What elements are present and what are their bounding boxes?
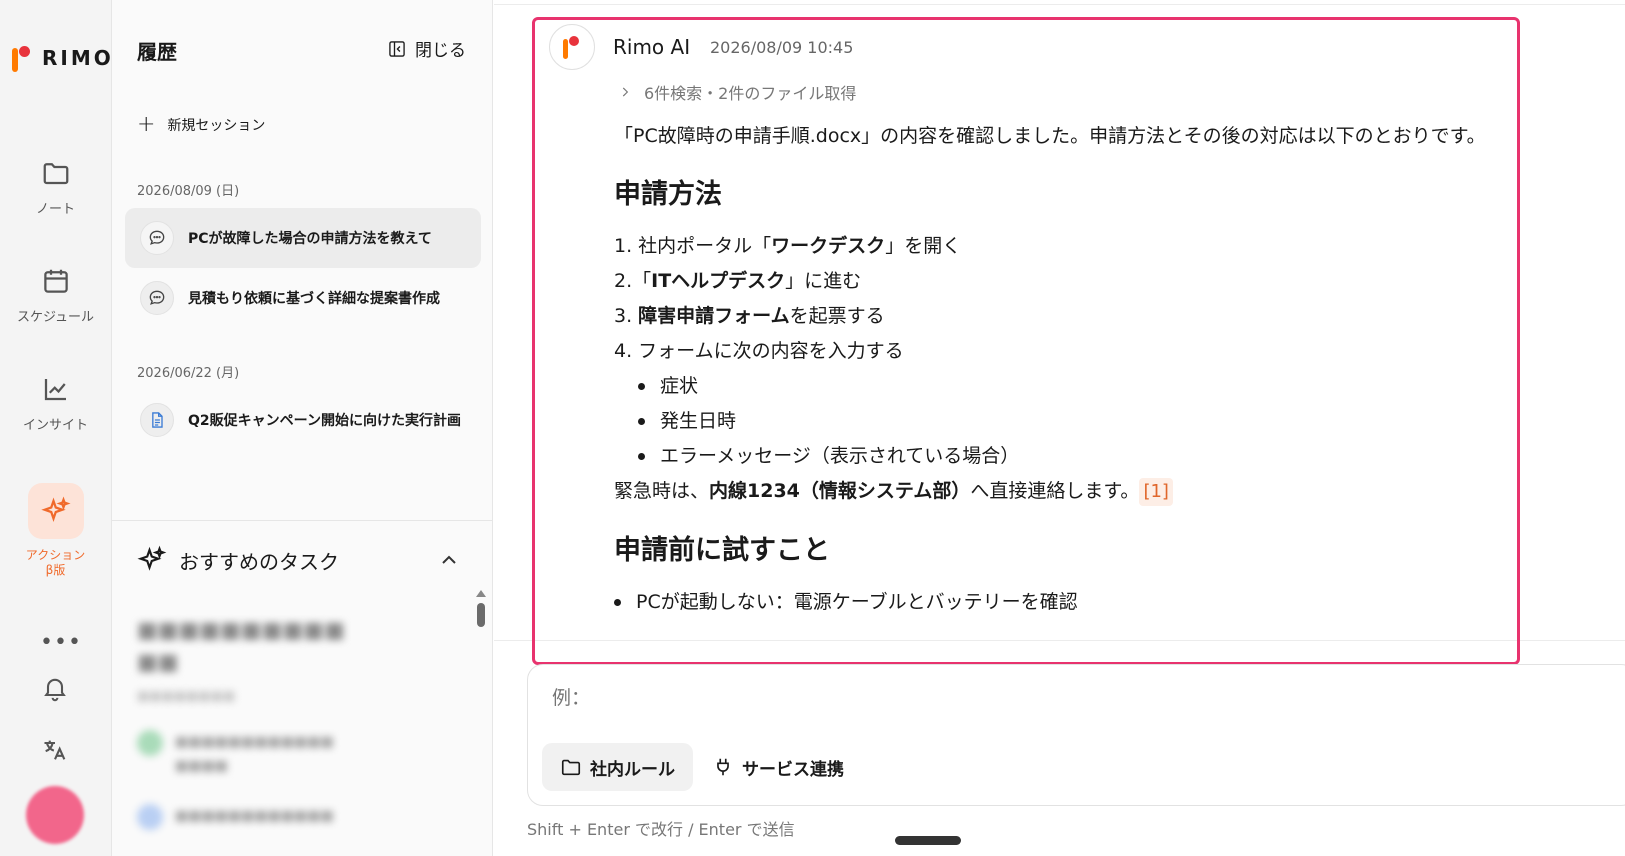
rail-item-insight[interactable]: インサイト — [0, 374, 111, 433]
folder-icon — [43, 163, 68, 185]
blurred-content: ■■■■■■■■■■■■ — [137, 804, 457, 830]
sparkle-icon — [137, 545, 167, 571]
chevron-up-icon — [442, 555, 456, 564]
app-logo[interactable]: RIMO — [12, 44, 114, 72]
recommended-tasks-header: おすすめのタスク — [137, 545, 339, 575]
new-session-label: 新規セッション — [167, 118, 266, 134]
history-session-item[interactable]: Q2販促キャンペーン開始に向けた実行計画 — [125, 390, 481, 450]
rail-item-label: ノート — [35, 202, 75, 217]
recommended-title: おすすめのタスク — [179, 549, 339, 574]
rail-item-label: スケジュール — [16, 310, 95, 325]
notification-button[interactable] — [41, 674, 69, 706]
session-title: PCが故障した場合の申請方法を教えて — [188, 231, 432, 247]
left-rail: RIMO ノート スケジュール インサイト アクション β版 ••• — [0, 0, 112, 856]
history-panel: 履歴 閉じる + 新規セッション 2026/08/09 (日) PCが故障した場… — [112, 0, 493, 856]
translate-icon — [44, 740, 66, 760]
rail-item-label: インサイト — [22, 418, 88, 433]
blurred-content: ■■■■■■■■■■■■ ■■■■ — [137, 730, 457, 778]
top-divider — [494, 4, 1625, 5]
sparkle-icon — [41, 496, 71, 522]
chat-bubble-icon — [140, 221, 174, 255]
plug-icon — [717, 758, 729, 776]
scroll-up-arrow-icon[interactable] — [476, 590, 486, 597]
composer-hint: Shift + Enter で改行 / Enter で送信 — [527, 820, 795, 839]
message-composer: 社内ルール サービス連携 — [527, 664, 1625, 806]
session-title: 見積もり依頼に基づく詳細な提案書作成 — [188, 291, 440, 307]
session-title: Q2販促キャンペーン開始に向けた実行計画 — [188, 413, 461, 429]
beta-badge: β版 — [45, 563, 66, 577]
history-session-item[interactable]: 見積もり依頼に基づく詳細な提案書作成 — [125, 268, 481, 328]
history-date-label: 2026/08/09 (日) — [137, 184, 240, 199]
chart-line-icon — [44, 379, 66, 401]
scrollbar-thumb[interactable] — [477, 603, 485, 627]
chat-bubble-icon — [140, 281, 174, 315]
close-panel-button[interactable]: 閉じる — [387, 36, 466, 61]
chip-label: サービス連携 — [742, 759, 844, 780]
scrollbar[interactable] — [476, 590, 486, 630]
rail-item-notes[interactable]: ノート — [0, 158, 111, 217]
rail-action-label: アクション β版 — [0, 548, 111, 578]
service-integration-button[interactable]: サービス連携 — [694, 743, 862, 791]
panel-collapse-icon — [389, 40, 405, 57]
translate-button[interactable] — [41, 736, 69, 768]
home-indicator — [895, 836, 961, 845]
chip-label: 社内ルール — [590, 759, 675, 780]
collapse-recommended-button[interactable] — [437, 548, 461, 572]
bell-icon — [44, 678, 66, 702]
internal-rules-button[interactable]: 社内ルール — [542, 743, 693, 791]
document-icon — [140, 403, 174, 437]
blurred-content: ■■■■■■■■ — [137, 689, 236, 704]
panel-divider — [112, 520, 493, 521]
history-title: 履歴 — [137, 40, 177, 64]
logo-text: RIMO — [42, 46, 114, 70]
more-icon[interactable]: ••• — [40, 630, 82, 655]
plus-icon: + — [137, 112, 156, 137]
action-label: アクション — [25, 548, 86, 562]
user-avatar[interactable] — [26, 786, 84, 844]
highlight-box — [532, 17, 1520, 665]
history-session-item[interactable]: PCが故障した場合の申請方法を教えて — [125, 208, 481, 268]
rail-item-action[interactable] — [28, 483, 84, 539]
chat-main: Rimo AI 2026/08/09 10:45 6件検索・2件のファイル取得 … — [494, 0, 1625, 856]
history-date-label: 2026/06/22 (月) — [137, 366, 240, 381]
rimo-logo-icon — [12, 44, 34, 72]
calendar-icon — [43, 269, 68, 293]
blurred-content: ■■■■■■■■■■■■ — [137, 618, 345, 675]
folder-icon — [561, 759, 581, 776]
rail-item-schedule[interactable]: スケジュール — [0, 266, 111, 325]
close-label: 閉じる — [415, 41, 466, 61]
new-session-button[interactable]: + 新規セッション — [137, 112, 266, 137]
message-input[interactable] — [552, 687, 1452, 709]
recommended-tasks-list: ■■■■■■■■■■ ■■ ■■■■■■■■ ■■■■■■■■■■■■ ■■■■ ■… — [137, 615, 457, 830]
